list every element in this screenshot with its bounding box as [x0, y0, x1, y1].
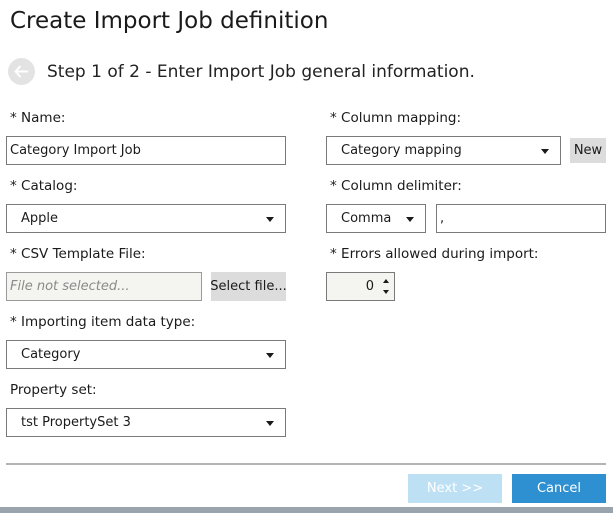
arrow-left-icon — [14, 65, 28, 78]
property-set-select-value: tst PropertySet 3 — [21, 415, 131, 430]
errors-allowed-value: 0 — [365, 279, 374, 294]
next-button[interactable]: Next >> — [408, 474, 502, 503]
errors-allowed-label: * Errors allowed during import: — [330, 246, 539, 262]
csv-template-label: * CSV Template File: — [10, 246, 146, 262]
chevron-down-icon — [541, 149, 549, 154]
catalog-label: * Catalog: — [10, 178, 78, 194]
chevron-down-icon — [266, 217, 274, 222]
column-mapping-select[interactable]: Category mapping — [326, 136, 561, 165]
property-set-select[interactable]: tst PropertySet 3 — [6, 408, 286, 437]
custom-delimiter-input[interactable]: , — [436, 204, 606, 233]
property-set-label: Property set: — [10, 382, 97, 398]
errors-allowed-stepper[interactable]: 0 — [326, 272, 395, 301]
column-delimiter-label: * Column delimiter: — [330, 178, 462, 194]
chevron-down-icon — [406, 217, 414, 222]
name-label: * Name: — [10, 110, 66, 126]
cancel-button[interactable]: Cancel — [512, 474, 606, 503]
item-type-select[interactable]: Category — [6, 340, 286, 369]
catalog-select[interactable]: Apple — [6, 204, 286, 233]
item-type-label: * Importing item data type: — [10, 314, 196, 330]
csv-file-input[interactable]: File not selected... — [6, 272, 202, 301]
step-indicator: Step 1 of 2 - Enter Import Job general i… — [47, 62, 475, 82]
catalog-select-value: Apple — [21, 211, 59, 226]
column-delimiter-select[interactable]: Comma — [326, 204, 426, 233]
stepper-up-icon[interactable] — [383, 279, 389, 283]
column-delimiter-select-value: Comma — [341, 211, 392, 226]
name-input[interactable]: Category Import Job — [6, 136, 286, 165]
chevron-down-icon — [266, 421, 274, 426]
item-type-select-value: Category — [21, 347, 81, 362]
select-file-button[interactable]: Select file... — [210, 272, 287, 301]
window-bottom-edge — [0, 507, 613, 513]
column-mapping-label: * Column mapping: — [330, 110, 462, 126]
new-mapping-button[interactable]: New — [570, 138, 606, 163]
chevron-down-icon — [266, 353, 274, 358]
dialog-title: Create Import Job definition — [10, 8, 329, 34]
stepper-down-icon[interactable] — [383, 290, 389, 294]
footer-divider — [6, 463, 606, 465]
back-button[interactable] — [8, 58, 35, 85]
column-mapping-select-value: Category mapping — [341, 143, 462, 158]
